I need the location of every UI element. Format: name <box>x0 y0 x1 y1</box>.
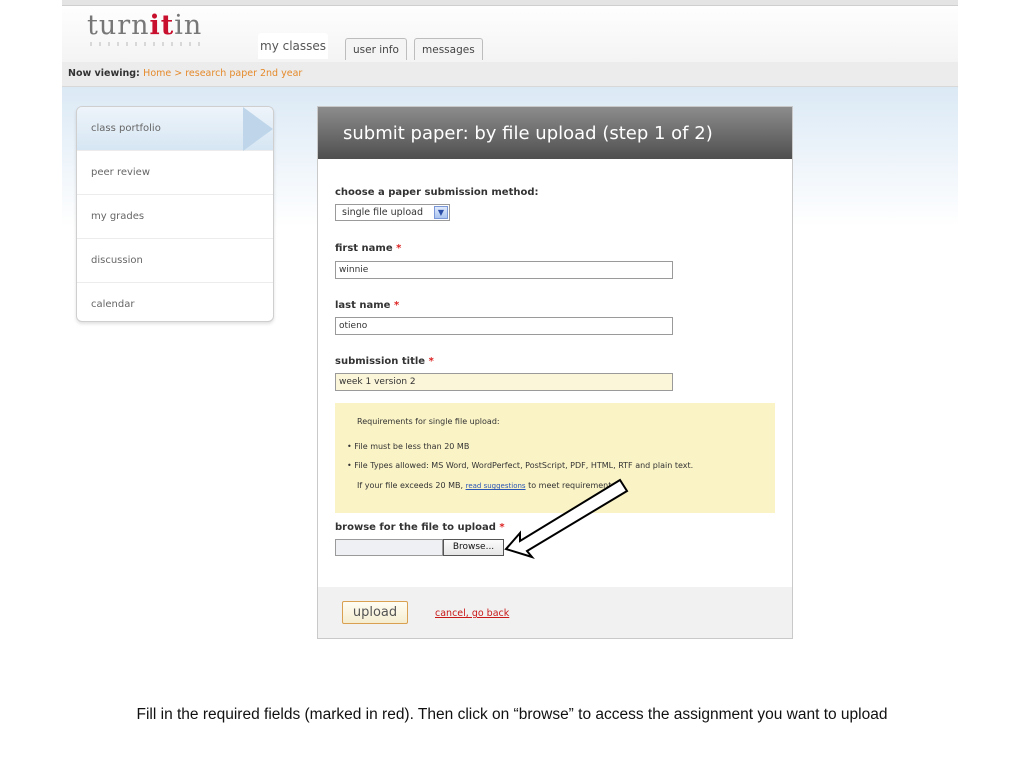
instruction-caption: Fill in the required fields (marked in r… <box>136 706 888 723</box>
arrow-shape <box>504 478 629 559</box>
annotation-arrow-icon <box>504 478 629 559</box>
